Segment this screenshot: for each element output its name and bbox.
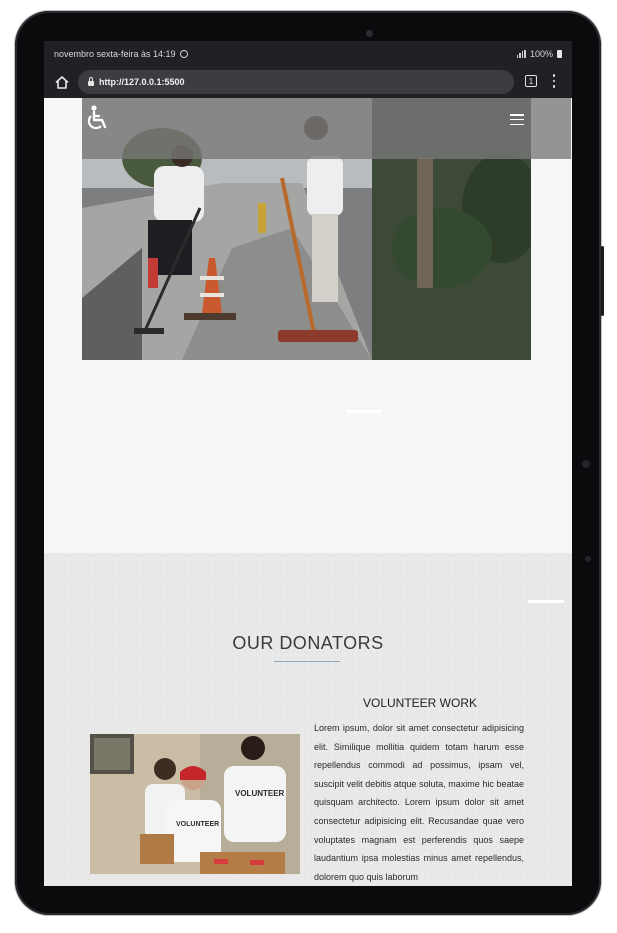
battery-icon [557,49,562,58]
volume-button [601,246,604,316]
kebab-dot [552,85,556,88]
signal-icon [516,49,526,58]
hamburger-line [510,118,524,121]
section-title: OUR DONATORS [232,633,384,653]
kebab-dot [552,79,556,83]
card-text: Lorem ipsum, dolor sit amet consectetur … [314,723,524,882]
donators-section: OUR DONATORS VOLUNTEER VOLUNTEER VOLUNTE… [44,553,572,886]
hero-slide-indicator[interactable] [346,410,382,413]
hamburger-line [510,123,524,125]
status-bar: novembro sexta-feira às 14:19 100% [44,41,572,66]
home-button[interactable] [48,68,76,96]
front-camera [366,30,373,37]
volunteer-photo: VOLUNTEER VOLUNTEER [90,734,300,874]
sensor-dot [585,556,591,562]
site-navbar [82,98,571,159]
sensor-dot [582,460,590,468]
card-heading: VOLUNTEER WORK [362,696,477,710]
status-notification-icon [179,49,188,58]
shirt-text: VOLUNTEER [235,789,285,798]
accessibility-icon[interactable] [84,104,110,132]
carousel-indicator[interactable] [528,600,564,603]
volunteer-photo-illustration: VOLUNTEER VOLUNTEER [90,734,300,874]
web-page: OUR DONATORS VOLUNTEER VOLUNTEER VOLUNTE… [44,98,572,886]
battery-percent: 100% [529,48,553,59]
browser-toolbar: http://127.0.0.1:5500 1 [44,66,572,98]
browser-menu-button[interactable] [550,73,558,89]
address-bar[interactable]: http://127.0.0.1:5500 [78,70,514,94]
lock-icon [88,76,94,86]
home-icon [55,75,69,89]
hamburger-line [510,114,524,116]
shirt-text: VOLUNTEER [176,821,219,828]
hamburger-menu-icon[interactable] [510,114,524,125]
tab-count: 1 [528,76,534,86]
status-datetime: novembro sexta-feira às 14:19 [54,48,176,59]
tab-switcher-button[interactable]: 1 [525,75,537,87]
kebab-dot [552,74,556,77]
hero-section [44,98,572,553]
url-text: http://127.0.0.1:5500 [99,77,185,87]
title-underline [274,661,340,662]
browser-screen: novembro sexta-feira às 14:19 100% http:… [44,41,572,886]
